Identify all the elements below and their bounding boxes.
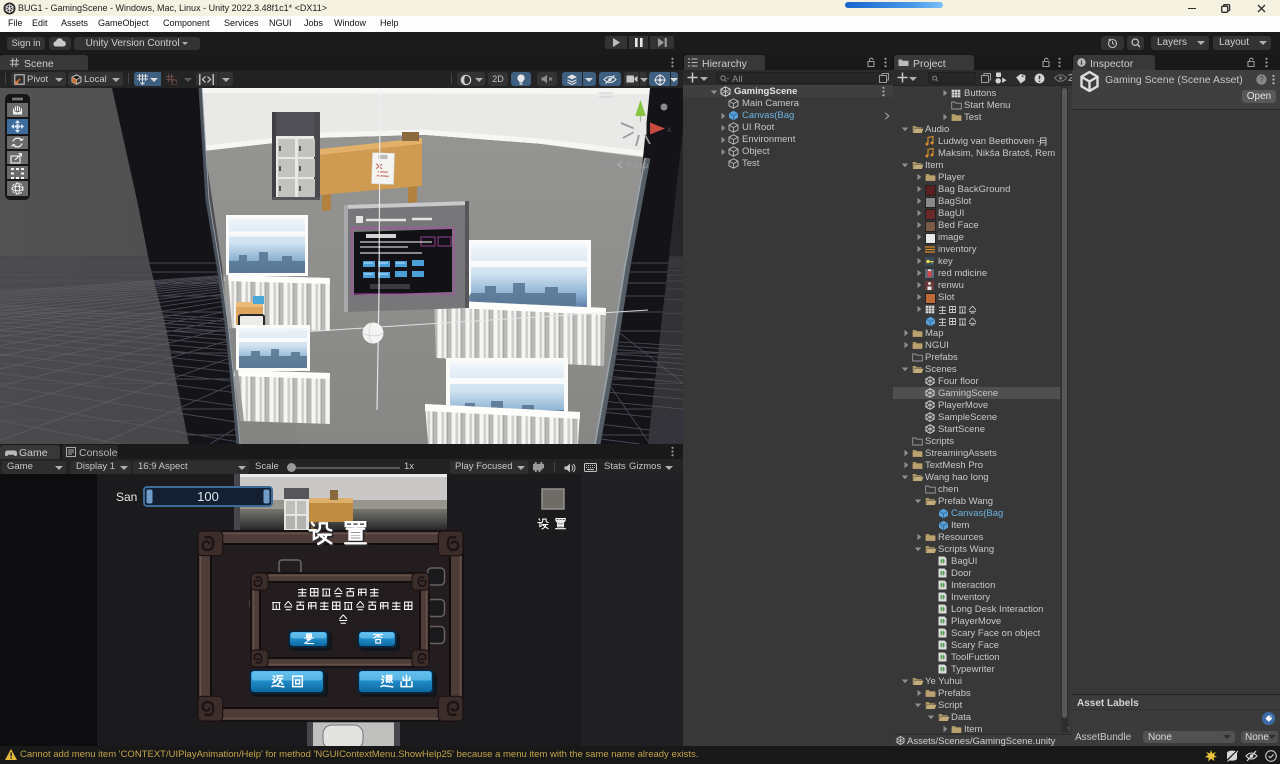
- svg-text:x: x: [667, 125, 672, 134]
- svg-text:Persp: Persp: [627, 161, 648, 170]
- svg-text:San: San: [116, 490, 137, 504]
- svg-text:100: 100: [197, 489, 219, 504]
- svg-text:?: ?: [1259, 75, 1264, 84]
